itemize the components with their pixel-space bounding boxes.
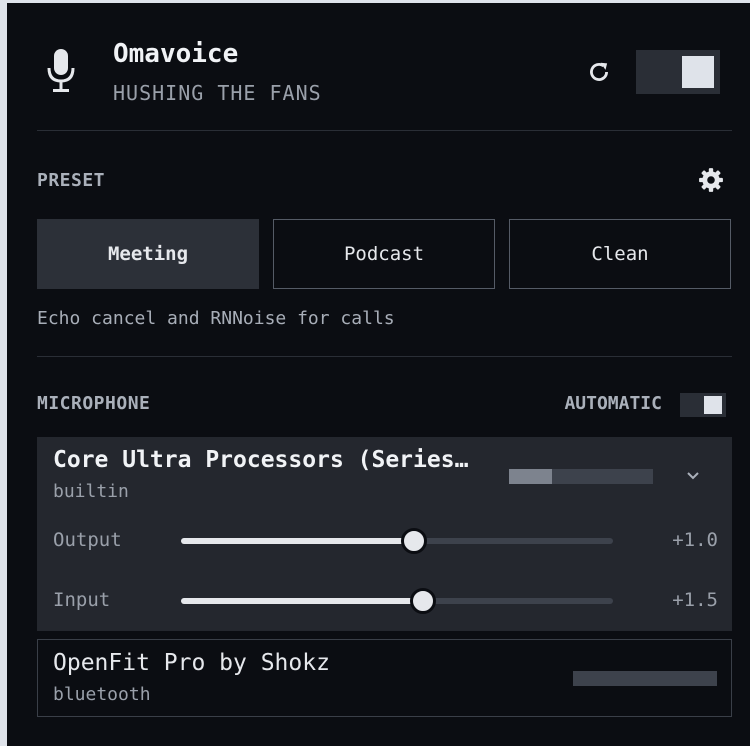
preset-meeting-button[interactable]: Meeting (37, 219, 259, 289)
slider-thumb[interactable] (401, 528, 428, 554)
toggle-knob (682, 56, 714, 88)
slider-fill (181, 538, 415, 544)
automatic-toggle[interactable] (680, 393, 726, 417)
input-value: +1.5 (672, 589, 718, 611)
gear-icon[interactable] (698, 167, 724, 193)
automatic-label: AUTOMATIC (564, 393, 662, 414)
header: Omavoice HUSHING THE FANS (37, 33, 720, 113)
slider-fill (181, 598, 423, 604)
output-value: +1.0 (672, 529, 718, 551)
enable-toggle[interactable] (636, 50, 720, 94)
divider (37, 356, 732, 357)
divider (37, 130, 732, 131)
microphone-icon (47, 49, 75, 92)
device-name: OpenFit Pro by Shokz (53, 650, 330, 676)
level-meter (573, 671, 717, 686)
preset-section-label: PRESET (37, 170, 106, 191)
output-label: Output (53, 529, 122, 551)
device-type: builtin (53, 481, 129, 502)
toggle-knob (704, 396, 722, 414)
device-card-builtin[interactable]: Core Ultra Processors (Series… builtin O… (37, 437, 732, 631)
preset-description: Echo cancel and RNNoise for calls (37, 308, 395, 329)
preset-podcast-button[interactable]: Podcast (273, 219, 495, 289)
device-name: Core Ultra Processors (Series… (53, 447, 469, 473)
preset-clean-button[interactable]: Clean (509, 219, 731, 289)
refresh-icon[interactable] (586, 59, 612, 85)
app-window: Omavoice HUSHING THE FANS PRESET Meeting… (0, 0, 750, 746)
input-slider[interactable] (181, 588, 613, 614)
input-label: Input (53, 589, 111, 611)
app-title: Omavoice (113, 39, 239, 69)
output-slider[interactable] (181, 528, 613, 554)
chevron-down-icon[interactable] (683, 465, 703, 485)
app-subtitle: HUSHING THE FANS (113, 81, 322, 105)
level-meter (509, 469, 653, 484)
device-type: bluetooth (53, 684, 151, 705)
slider-thumb[interactable] (409, 588, 436, 614)
level-meter-fill (509, 469, 553, 484)
microphone-section-label: MICROPHONE (37, 393, 151, 414)
device-card-bluetooth[interactable]: OpenFit Pro by Shokz bluetooth (37, 639, 732, 717)
